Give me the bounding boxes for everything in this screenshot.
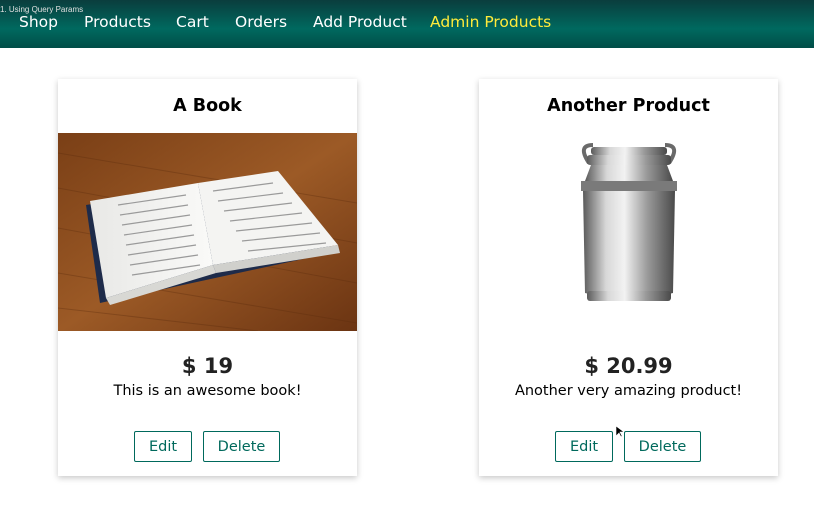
nav-add-product[interactable]: Add Product bbox=[313, 13, 407, 31]
delete-button[interactable]: Delete bbox=[624, 431, 701, 462]
delete-button[interactable]: Delete bbox=[203, 431, 280, 462]
product-title: A Book bbox=[173, 96, 242, 116]
product-image bbox=[479, 133, 778, 331]
product-image bbox=[58, 133, 357, 331]
nav-cart[interactable]: Cart bbox=[176, 13, 209, 31]
edit-button[interactable]: Edit bbox=[555, 431, 613, 462]
nav-shop[interactable]: Shop bbox=[19, 13, 58, 31]
product-price: $ 19 bbox=[181, 354, 234, 378]
product-card: Another Product $ 20.99 Another very ama… bbox=[479, 79, 778, 476]
product-card: A Book $ 19 This is an awesome book! Edi… bbox=[58, 79, 357, 476]
main-header: 1. Using Query Params Shop Products Cart… bbox=[0, 0, 814, 48]
metal-milk-can-photo bbox=[479, 133, 778, 331]
product-description: This is an awesome book! bbox=[113, 383, 302, 399]
product-title: Another Product bbox=[547, 96, 710, 116]
edit-button[interactable]: Edit bbox=[134, 431, 192, 462]
nav-admin-products[interactable]: Admin Products bbox=[430, 13, 551, 31]
mouse-cursor-icon bbox=[616, 426, 624, 438]
product-description: Another very amazing product! bbox=[514, 383, 743, 399]
nav-products[interactable]: Products bbox=[84, 13, 151, 31]
product-price: $ 20.99 bbox=[584, 354, 673, 378]
nav-orders[interactable]: Orders bbox=[235, 13, 287, 31]
open-book-photo bbox=[58, 133, 357, 331]
